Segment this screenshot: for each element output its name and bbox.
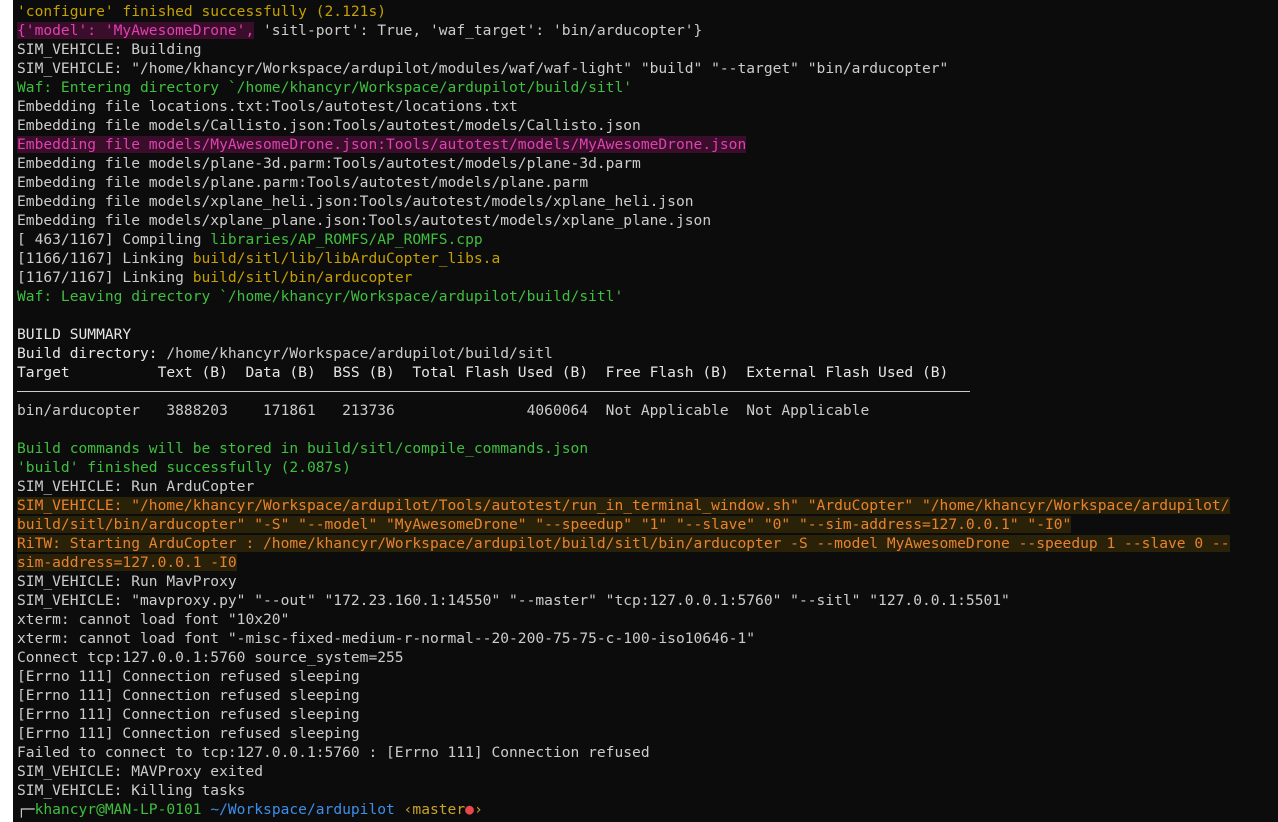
label: Build directory: (17, 345, 167, 362)
terminal-window[interactable]: 'configure' finished successfully (2.121… (13, 0, 1278, 822)
file-path: build/sitl/lib/libArduCopter_libs.a (192, 250, 501, 267)
git-dirty-indicator-icon: ● (465, 801, 474, 818)
prompt-corner: ┌─ (17, 801, 35, 818)
output-line: [1167/1167] Linking build/sitl/bin/arduc… (17, 268, 1230, 287)
build-summary-heading: BUILD SUMMARY (17, 326, 132, 343)
output-line: Waf: Leaving directory `/home/khancyr/Wo… (17, 288, 624, 305)
highlighted-text: {'model': 'MyAwesomeDrone', (17, 22, 255, 39)
text-segment: [ 463/1167] Compiling (17, 231, 211, 248)
output-line: Waf: Entering directory `/home/khancyr/W… (17, 79, 633, 96)
text-segment: 'sitl-port': True, 'waf_target': 'bin/ar… (254, 22, 703, 39)
terminal-output: 'configure' finished successfully (2.121… (17, 2, 1230, 819)
prompt-branch-close: › (473, 801, 483, 818)
output-line: SIM_VEHICLE: "/home/khancyr/Workspace/ar… (17, 60, 949, 77)
output-line: SIM_VEHICLE: Building (17, 41, 202, 58)
output-line: SIM_VEHICLE: Run MavProxy (17, 573, 237, 590)
output-line: SIM_VEHICLE: MAVProxy exited (17, 763, 264, 780)
output-line: Embedding file locations.txt:Tools/autot… (17, 98, 518, 115)
output-line: Embedding file models/plane-3d.parm:Tool… (17, 155, 641, 172)
output-line: [1166/1167] Linking build/sitl/lib/libAr… (17, 249, 1230, 268)
prompt-path: ~/Workspace/ardupilot (210, 801, 395, 818)
highlighted-text: RiTW: Starting ArduCopter : /home/khancy… (17, 535, 1230, 552)
output-line: SIM_VEHICLE: Killing tasks (17, 782, 246, 799)
output-line: 'build' finished successfully (2.087s) (17, 459, 351, 476)
output-line: [Errno 111] Connection refused sleeping (17, 725, 360, 742)
output-line: [Errno 111] Connection refused sleeping (17, 706, 360, 723)
prompt-branch: ‹master (403, 801, 466, 818)
output-line: Embedding file models/xplane_heli.json:T… (17, 193, 694, 210)
output-line: Embedding file models/plane.parm:Tools/a… (17, 174, 589, 191)
highlighted-text: SIM_VEHICLE: "/home/khancyr/Workspace/ar… (17, 497, 1230, 514)
text-segment: [1166/1167] Linking (17, 250, 193, 267)
output-line: SIM_VEHICLE: Run ArduCopter (17, 478, 255, 495)
output-line: Failed to connect to tcp:127.0.0.1:5760 … (17, 744, 650, 761)
output-line: Connect tcp:127.0.0.1:5760 source_system… (17, 649, 404, 666)
prompt-userhost: khancyr@MAN-LP-0101 (34, 801, 202, 818)
highlighted-text: Embedding file models/MyAwesomeDrone.jso… (17, 136, 747, 153)
output-line: SIM_VEHICLE: "mavproxy.py" "--out" "172.… (17, 592, 1010, 609)
file-path: build/sitl/bin/arducopter (192, 269, 413, 286)
output-line: xterm: cannot load font "10x20" (17, 611, 290, 628)
output-line: Embedding file models/xplane_plane.json:… (17, 212, 712, 229)
file-path: libraries/AP_ROMFS/AP_ROMFS.cpp (210, 231, 483, 248)
output-line: xterm: cannot load font "-misc-fixed-med… (17, 630, 756, 647)
shell-prompt[interactable]: ┌─khancyr@MAN-LP-0101 ~/Workspace/ardupi… (17, 800, 1230, 819)
table-header: Target Text (B) Data (B) BSS (B) Total F… (17, 364, 949, 381)
output-line: Build directory: /home/khancyr/Workspace… (17, 344, 1230, 363)
output-line: RiTW: Starting ArduCopter : /home/khancy… (17, 534, 1230, 553)
output-line: Build commands will be stored in build/s… (17, 440, 589, 457)
table-row: bin/arducopter 3888203 171861 213736 406… (17, 402, 870, 419)
output-line: Embedding file models/MyAwesomeDrone.jso… (17, 135, 1230, 154)
output-line: Embedding file models/Callisto.json:Tool… (17, 117, 641, 134)
output-line: build/sitl/bin/arducopter" "-S" "--model… (17, 515, 1230, 534)
output-line: [Errno 111] Connection refused sleeping (17, 687, 360, 704)
highlighted-text: build/sitl/bin/arducopter" "-S" "--model… (17, 516, 1072, 533)
text-segment: /home/khancyr/Workspace/ardupilot/build/… (166, 345, 553, 362)
output-line: [ 463/1167] Compiling libraries/AP_ROMFS… (17, 230, 1230, 249)
output-line: sim-address=127.0.0.1 -I0 (17, 553, 1230, 572)
output-line: 'configure' finished successfully (2.121… (17, 3, 387, 20)
output-line: [Errno 111] Connection refused sleeping (17, 668, 360, 685)
text-segment: [1167/1167] Linking (17, 269, 193, 286)
output-line: SIM_VEHICLE: "/home/khancyr/Workspace/ar… (17, 496, 1230, 515)
highlighted-text: sim-address=127.0.0.1 -I0 (17, 554, 237, 571)
output-line: {'model': 'MyAwesomeDrone', 'sitl-port':… (17, 21, 1230, 40)
table-divider (17, 382, 1230, 401)
